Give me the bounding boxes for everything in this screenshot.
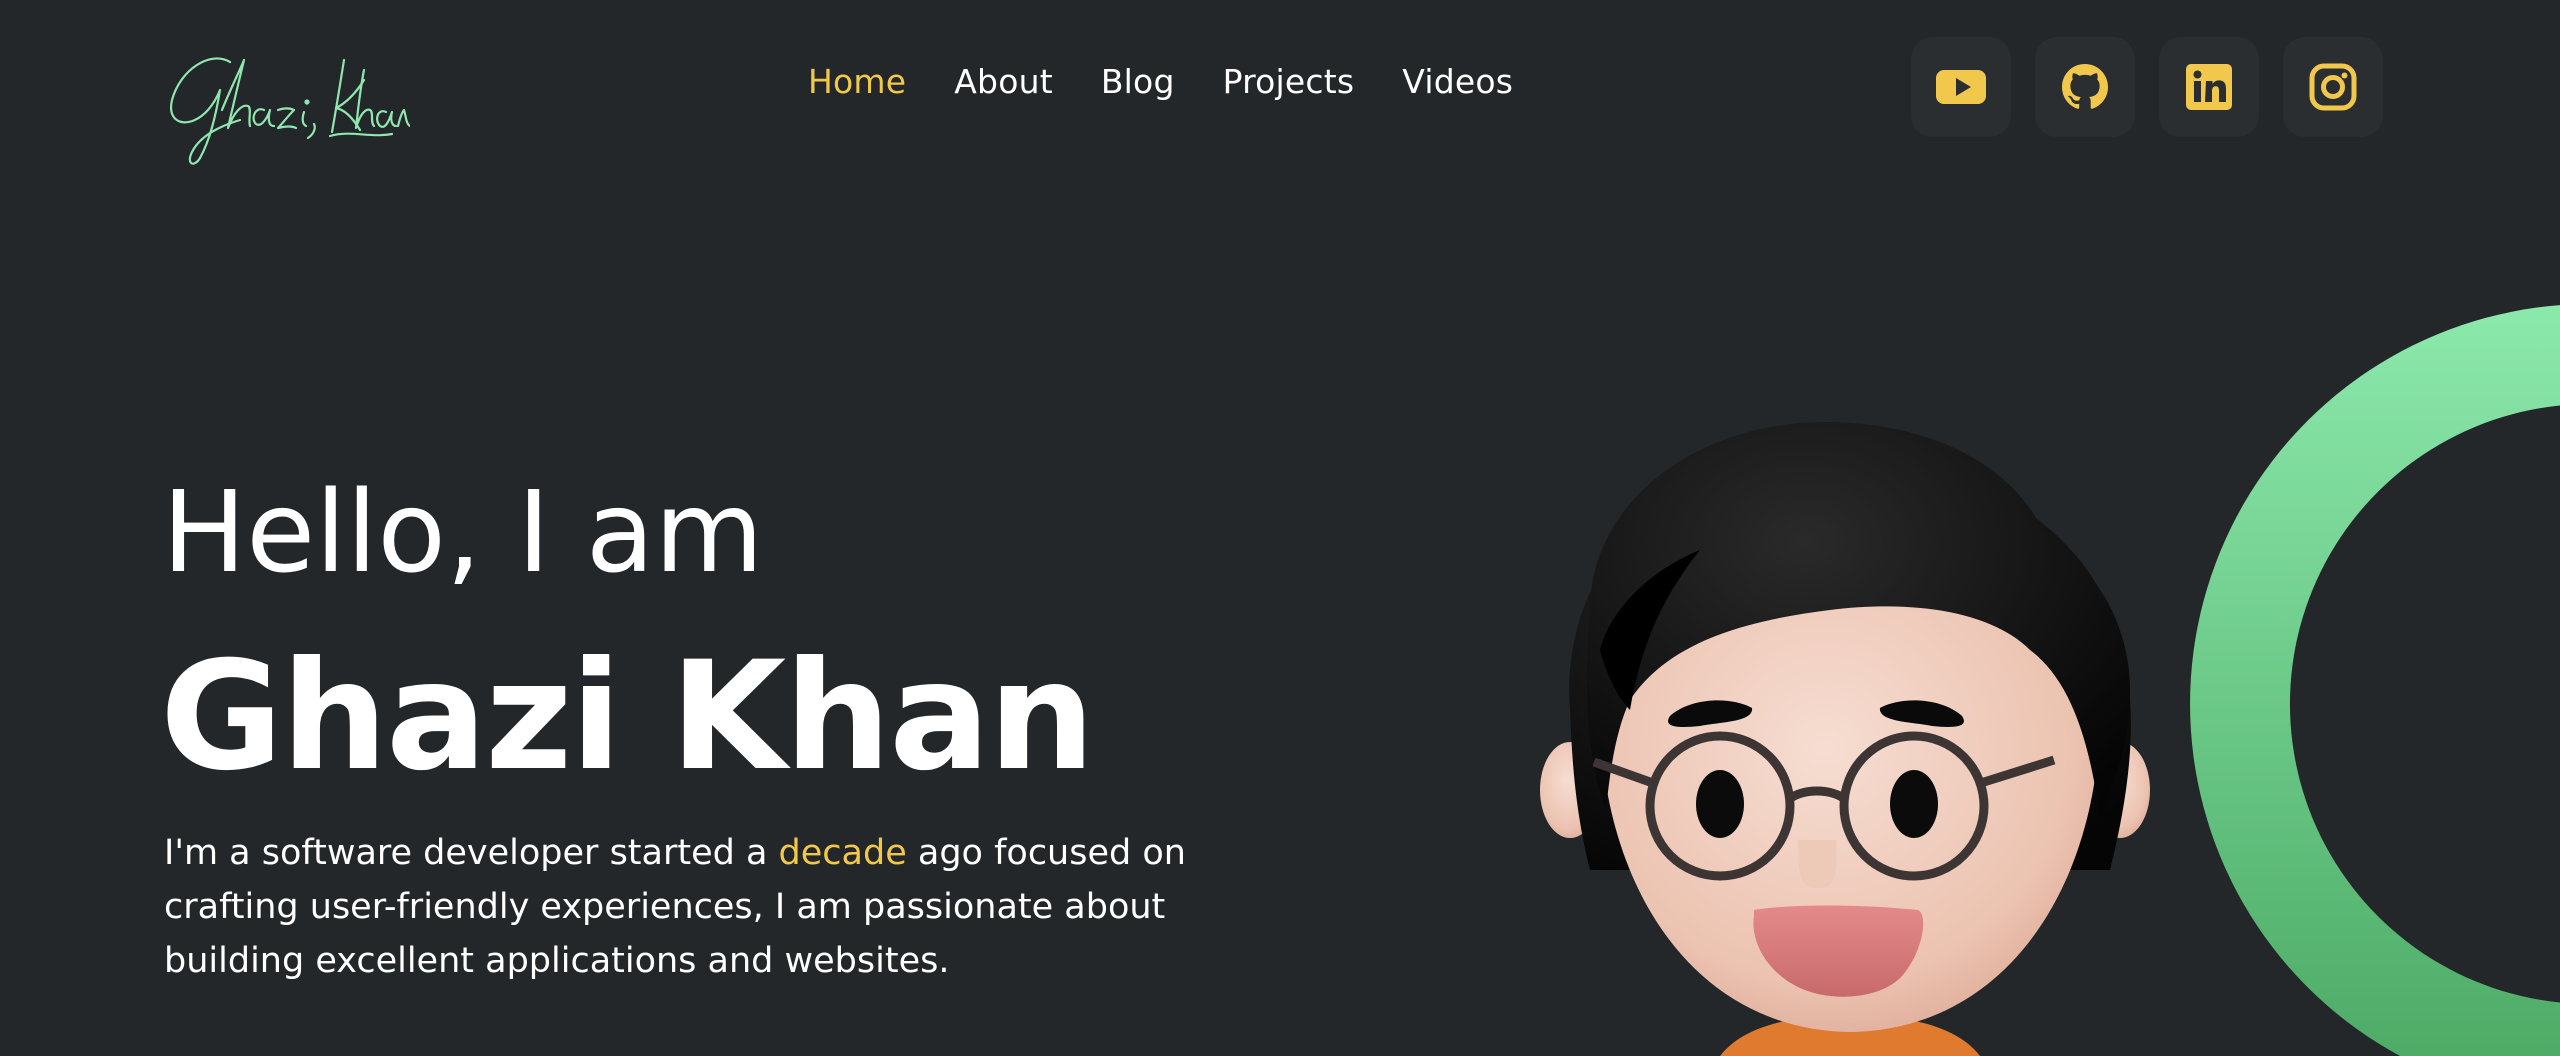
instagram-button[interactable] [2283,37,2383,137]
signature-logo-graphic [169,57,412,165]
instagram-icon [2309,63,2357,111]
linkedin-button[interactable] [2159,37,2259,137]
main-nav: Home About Blog Projects Videos [808,62,1513,101]
hero-greeting: Hello, I am [162,468,764,598]
avatar-illustration [1540,421,2150,1056]
nav-about-link[interactable]: About [954,62,1053,101]
social-links [1911,37,2383,137]
site-logo[interactable] [160,40,412,170]
nav-projects-link[interactable]: Projects [1223,62,1355,101]
linkedin-icon [2186,64,2232,110]
hero-description-start: I'm a software developer started a [164,833,779,873]
nav-home-link[interactable]: Home [808,62,906,101]
youtube-button[interactable] [1911,37,2011,137]
github-button[interactable] [2035,37,2135,137]
nav-videos-link[interactable]: Videos [1402,62,1513,101]
hero-description: I'm a software developer started a decad… [164,826,1284,988]
page: Home About Blog Projects Videos Hello, I… [0,0,2560,1056]
nav-blog-link[interactable]: Blog [1101,62,1175,101]
hero-description-highlight: decade [778,833,907,873]
decorative-ring [2190,305,2560,1056]
github-icon [2062,64,2108,109]
hero-name: Ghazi Khan [160,630,1095,804]
youtube-icon [1936,70,1986,104]
